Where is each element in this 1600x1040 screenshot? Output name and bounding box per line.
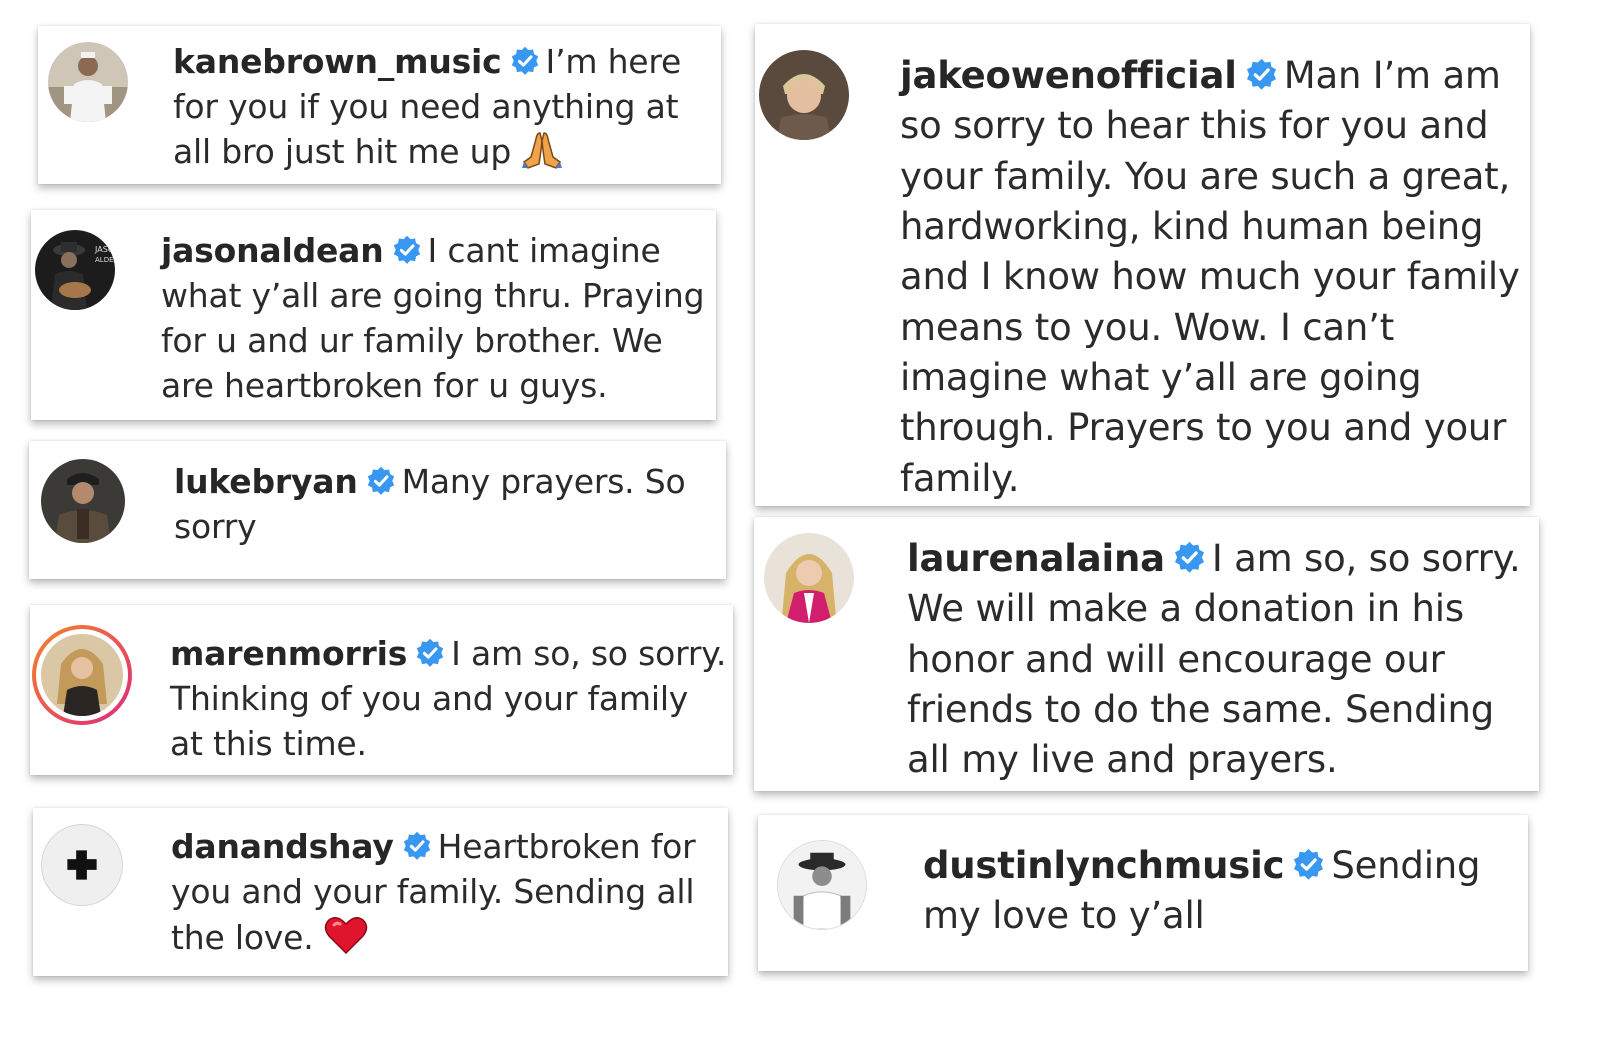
plus-icon xyxy=(67,850,97,880)
comment-text: dustinlynchmusic Sending my love to y’all xyxy=(923,841,1518,942)
comment-card: kanebrown_music I’m here for you if you n… xyxy=(38,26,721,184)
username-link[interactable]: laurenalaina xyxy=(907,537,1165,580)
comment-text: jakeowenofficial Man I’m am so sorry to h… xyxy=(900,51,1520,504)
comment-text: lukebryan Many prayers. So sorry xyxy=(174,460,704,550)
comment-card: jakeowenofficial Man I’m am so sorry to h… xyxy=(755,24,1530,506)
verified-badge-icon xyxy=(1292,848,1325,881)
username-link[interactable]: kanebrown_music xyxy=(173,42,502,81)
username-link[interactable]: jakeowenofficial xyxy=(900,54,1237,97)
avatar[interactable] xyxy=(764,533,854,623)
comment-text: laurenalaina I am so, so sorry. We will m… xyxy=(907,534,1537,786)
avatar[interactable] xyxy=(48,42,128,122)
comment-text: marenmorris I am so, so sorry. Thinking o… xyxy=(170,632,730,767)
comment-card: laurenalaina I am so, so sorry. We will m… xyxy=(754,517,1539,791)
verified-badge-icon xyxy=(392,235,422,265)
verified-badge-icon xyxy=(366,466,396,496)
comment-card: lukebryan Many prayers. So sorry xyxy=(29,441,726,579)
verified-badge-icon xyxy=(1173,541,1206,574)
username-link[interactable]: lukebryan xyxy=(174,462,358,501)
username-link[interactable]: dustinlynchmusic xyxy=(923,844,1285,887)
comment-text: jasonaldean I cant imagine what y’all are… xyxy=(161,229,711,409)
svg-text:JASO: JASO xyxy=(94,245,114,254)
username-link[interactable]: danandshay xyxy=(171,827,394,866)
comment-text: kanebrown_music I’m here for you if you n… xyxy=(173,40,718,175)
story-ring-avatar[interactable] xyxy=(32,625,132,725)
svg-text:ALDEAN: ALDEAN xyxy=(95,256,115,264)
comment-text: danandshay Heartbroken for you and your f… xyxy=(171,825,711,961)
comment-card: dustinlynchmusic Sending my love to y’all xyxy=(758,815,1528,971)
avatar[interactable] xyxy=(41,824,123,906)
verified-badge-icon xyxy=(402,831,432,861)
folded-hands-icon xyxy=(521,131,563,169)
avatar[interactable] xyxy=(777,840,867,930)
comment-card: JASO ALDEAN jasonaldeanI cant imagine wha… xyxy=(31,210,716,420)
verified-badge-icon xyxy=(415,638,445,668)
verified-badge-icon xyxy=(510,46,540,76)
avatar[interactable]: JASO ALDEAN xyxy=(35,230,115,310)
red-heart-icon xyxy=(324,915,368,955)
avatar[interactable] xyxy=(41,459,125,543)
verified-badge-icon xyxy=(1245,58,1278,91)
comment-card: marenmorris I am so, so sorry. Thinking o… xyxy=(30,605,733,775)
username-link[interactable]: jasonaldean xyxy=(161,231,384,270)
comment-body: Man I’m am so sorry to hear this for you… xyxy=(900,54,1520,500)
comment-card: danandshay Heartbroken for you and your f… xyxy=(33,808,728,976)
username-link[interactable]: marenmorris xyxy=(170,634,407,673)
avatar[interactable] xyxy=(759,50,849,140)
